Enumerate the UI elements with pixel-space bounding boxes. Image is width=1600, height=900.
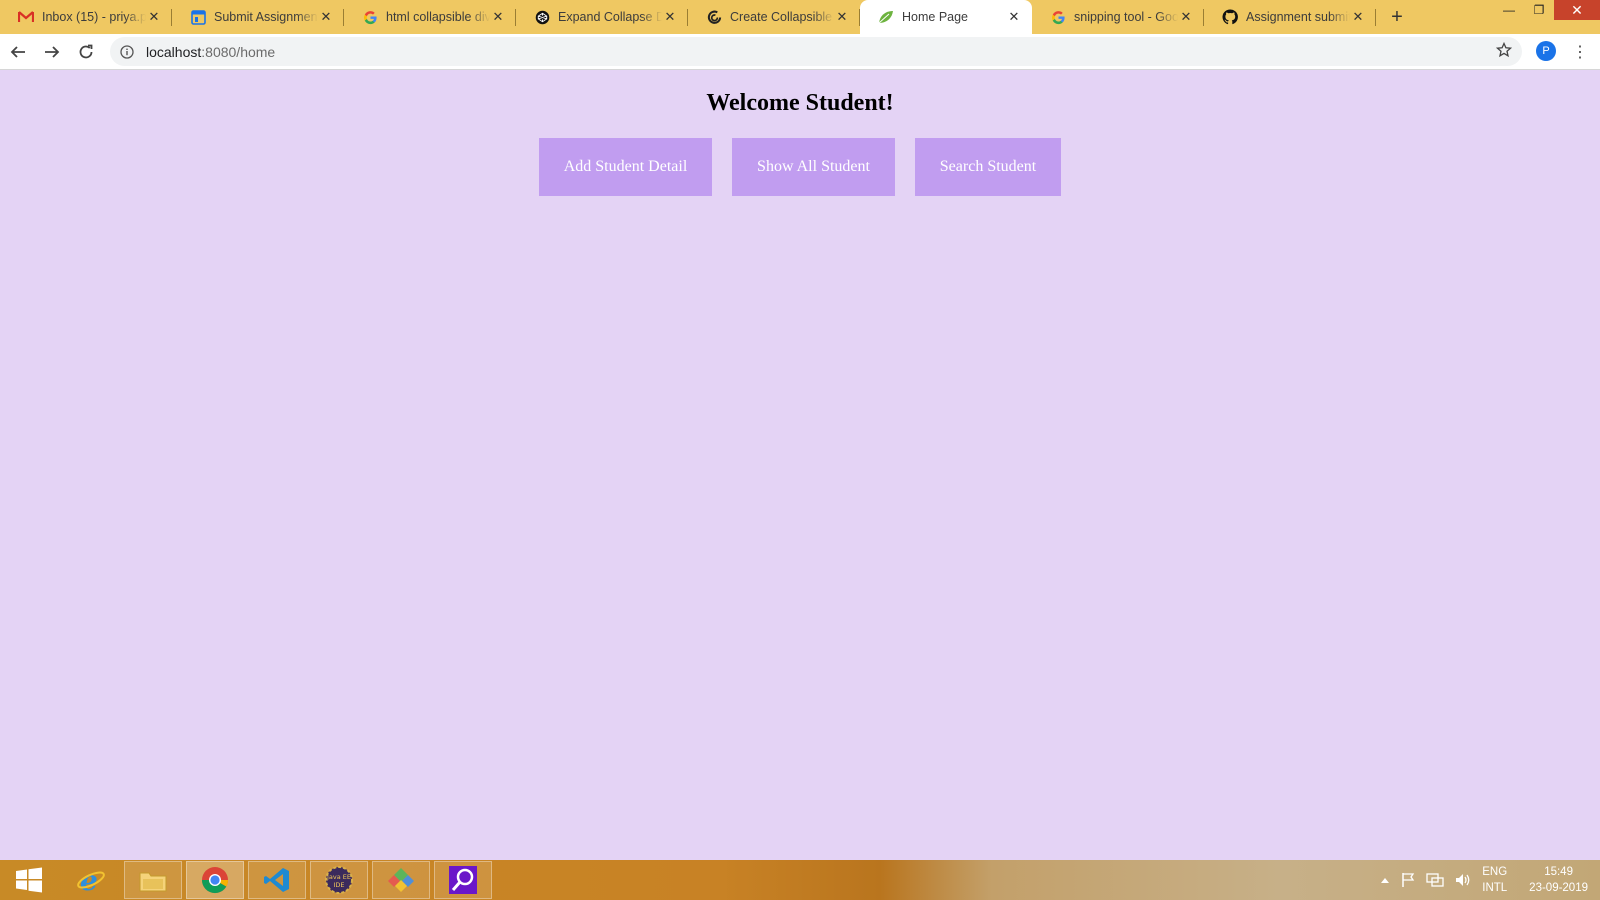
address-bar[interactable]: localhost:8080/home [110,37,1522,66]
keyboard-layout: INTL [1482,882,1508,894]
language-indicator[interactable]: ENG INTL [1482,864,1507,896]
tab-title: Create Collapsible Fo [730,10,834,24]
start-icon [16,867,42,893]
clock-date: 23-09-2019 [1529,882,1588,894]
tab-separator [1375,9,1376,26]
forward-button[interactable] [36,36,68,68]
w3schools-icon [706,9,722,25]
network-icon[interactable] [1426,872,1444,888]
show-all-student-button[interactable]: Show All Student [732,138,895,196]
vscode-taskbar[interactable] [248,861,306,899]
close-icon[interactable]: ✕ [1178,9,1194,25]
tab-home-page[interactable]: Home Page ✕ [860,0,1032,34]
flag-icon[interactable] [1400,872,1416,888]
svg-text:Java EE: Java EE [326,873,351,881]
info-icon[interactable] [118,43,136,61]
close-icon[interactable]: ✕ [318,9,334,25]
tab-inbox[interactable]: Inbox (15) - priya.par ✕ [0,0,172,34]
volume-icon[interactable] [1454,872,1472,888]
vscode-icon [264,868,289,892]
profile-avatar[interactable]: P [1536,41,1556,61]
classroom-icon [190,9,206,25]
file-explorer-icon [139,872,167,892]
reload-icon [79,44,93,58]
search-app-taskbar[interactable] [434,861,492,899]
app-icon [388,868,414,892]
url-text: localhost:8080/home [146,44,275,60]
gmail-icon [18,9,34,25]
java-ee-ide-taskbar[interactable]: Java EE IDE [310,861,368,899]
url-path: :8080/home [201,43,276,60]
tray-expand-icon[interactable] [1380,876,1390,884]
windows-taskbar: e Java EE IDE ENG INTL 15:49 23-09-2019 [0,860,1600,900]
system-tray: ENG INTL 15:49 23-09-2019 [1380,860,1600,900]
back-arrow-icon [10,45,25,58]
close-icon[interactable]: ✕ [1350,9,1366,25]
close-icon[interactable]: ✕ [146,9,162,25]
tab-title: Submit Assignment - [214,10,318,24]
clock[interactable]: 15:49 23-09-2019 [1529,864,1588,896]
minimize-button[interactable]: — [1494,0,1524,20]
tab-submit-assignment[interactable]: Submit Assignment - ✕ [172,0,344,34]
more-menu-icon[interactable]: ⋮ [1570,42,1590,62]
tab-title: Expand Collapse Div [558,10,662,24]
close-icon[interactable]: ✕ [1006,9,1022,25]
page-content: Welcome Student! Add Student Detail Show… [0,70,1600,860]
java-ee-ide-icon: Java EEIDE [325,866,353,894]
internet-explorer-icon: e [77,865,105,895]
close-icon[interactable]: ✕ [834,9,850,25]
restore-button[interactable]: ❐ [1524,0,1554,20]
reload-button[interactable] [70,36,102,68]
search-student-button[interactable]: Search Student [915,138,1061,196]
leaf-icon [878,9,894,25]
google-icon [362,9,378,25]
page-title: Welcome Student! [706,90,894,116]
tab-title: Inbox (15) - priya.par [42,10,146,24]
new-tab-button[interactable]: + [1382,0,1412,34]
back-button[interactable] [2,36,34,68]
chrome-icon [201,867,229,894]
tab-html-collapsible[interactable]: html collapsible div - ✕ [344,0,516,34]
url-host: localhost [146,43,202,60]
add-student-detail-button[interactable]: Add Student Detail [539,138,712,196]
tab-snipping-tool[interactable]: snipping tool - Goog ✕ [1032,0,1204,34]
close-icon[interactable]: ✕ [662,9,678,25]
search-app-icon [449,866,477,894]
action-buttons: Add Student Detail Show All Student Sear… [0,138,1600,196]
window-close-button[interactable]: ✕ [1554,0,1600,20]
tab-title: html collapsible div - [386,10,490,24]
language-code: ENG [1482,866,1508,878]
svg-text:IDE: IDE [333,881,344,889]
clock-time: 15:49 [1544,866,1573,878]
github-icon [1222,9,1238,25]
chrome-taskbar[interactable] [186,861,244,899]
browser-tab-strip: Inbox (15) - priya.par ✕ Submit Assignme… [0,0,1600,34]
file-explorer-taskbar[interactable] [124,861,182,899]
tab-title: snipping tool - Goog [1074,10,1178,24]
tab-expand-collapse[interactable]: Expand Collapse Div ✕ [516,0,688,34]
close-icon[interactable]: ✕ [490,9,506,25]
forward-arrow-icon [45,45,60,58]
codepen-icon [534,9,550,25]
tab-create-collapsible[interactable]: Create Collapsible Fo ✕ [688,0,860,34]
tab-title: Assignment submitte [1246,10,1350,24]
tab-title: Home Page [902,10,969,24]
bookmark-star-icon[interactable] [1495,41,1513,63]
app-taskbar[interactable] [372,861,430,899]
tab-assignment-submitted[interactable]: Assignment submitte ✕ [1204,0,1376,34]
window-controls: — ❐ ✕ [1494,0,1600,22]
start-button[interactable] [0,861,58,899]
internet-explorer-taskbar[interactable]: e [62,861,120,899]
google-icon [1050,9,1066,25]
browser-toolbar: localhost:8080/home P ⋮ [0,34,1600,70]
